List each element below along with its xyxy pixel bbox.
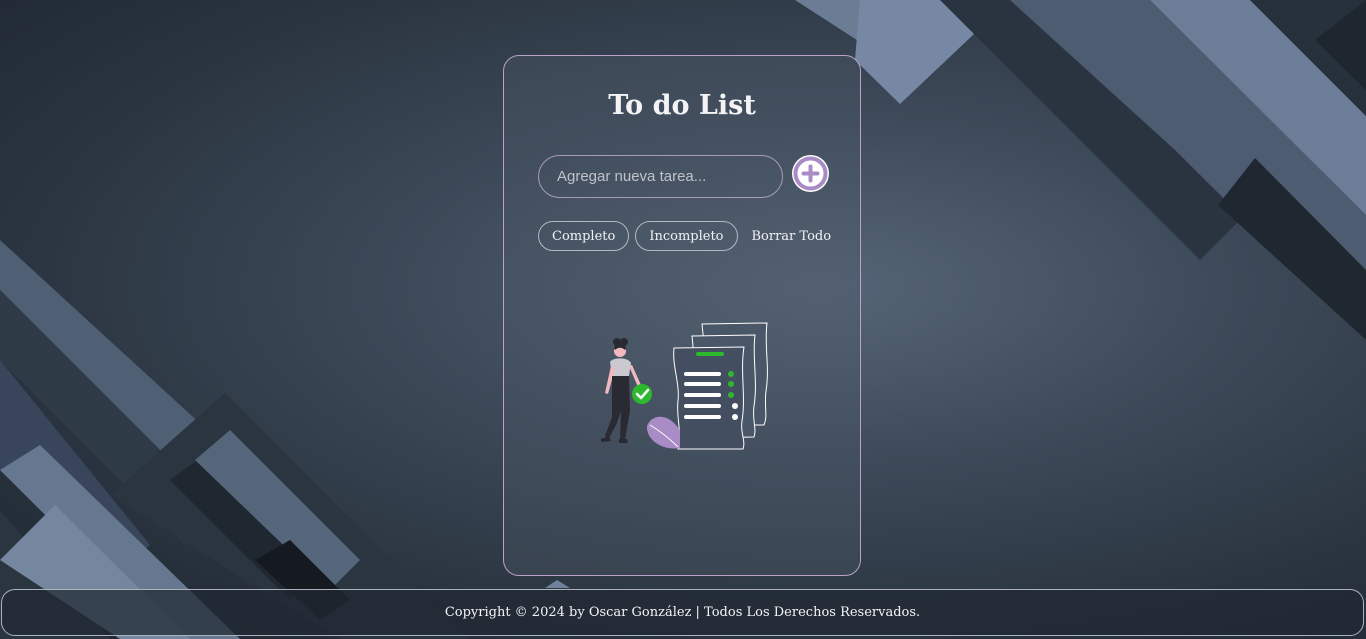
add-task-button[interactable] <box>792 155 829 192</box>
plus-circle-icon <box>793 156 828 191</box>
todo-card: To do List Completo Incompleto Borrar To… <box>503 55 861 576</box>
page-title: To do List <box>608 90 756 121</box>
filter-bar: Completo Incompleto Borrar Todo <box>538 221 831 251</box>
filter-complete-button[interactable]: Completo <box>538 221 630 251</box>
footer: Copyright © 2024 by Oscar González | Tod… <box>1 589 1364 636</box>
filter-incomplete-button[interactable]: Incompleto <box>635 221 738 251</box>
clear-all-button[interactable]: Borrar Todo <box>752 229 832 244</box>
empty-tasks-illustration <box>601 322 768 450</box>
copyright-text: Copyright © 2024 by Oscar González | Tod… <box>444 605 921 620</box>
new-task-input[interactable] <box>538 155 783 198</box>
